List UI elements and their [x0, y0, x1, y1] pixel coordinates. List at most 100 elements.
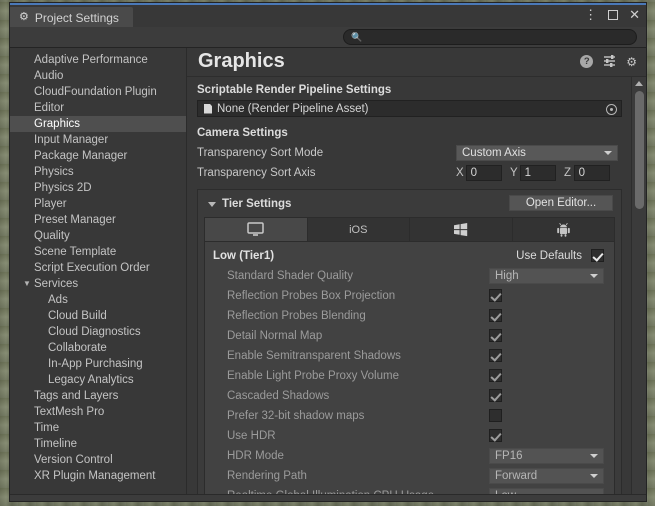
rendering-path-dropdown[interactable]: Forward: [489, 468, 604, 484]
tab-ios-label: iOS: [349, 223, 368, 236]
open-editor-button[interactable]: Open Editor...: [509, 195, 613, 211]
chevron-down-icon[interactable]: ▼: [23, 276, 31, 292]
tier-row-label: Prefer 32-bit shadow maps: [227, 410, 365, 422]
object-picker-icon[interactable]: [606, 104, 617, 115]
axis-y-input[interactable]: 1: [519, 165, 556, 181]
sidebar-item-editor[interactable]: Editor: [10, 100, 186, 116]
srp-section-label: Scriptable Render Pipeline Settings: [197, 84, 392, 96]
sidebar-item-adaptive-performance[interactable]: Adaptive Performance: [10, 52, 186, 68]
sidebar-item-tags-and-layers[interactable]: Tags and Layers: [10, 388, 186, 404]
tab-android[interactable]: [512, 218, 614, 241]
tier-row-label: Cascaded Shadows: [227, 390, 330, 402]
use-hdr-checkbox[interactable]: [489, 429, 502, 442]
sidebar-item-cloud-build[interactable]: Cloud Build: [10, 308, 186, 324]
transparency-sort-mode-row: Transparency Sort Mode Custom Axis: [197, 143, 622, 163]
tier-settings-rows: Standard Shader Quality High Reflection Pr…: [213, 266, 606, 501]
search-input[interactable]: [366, 31, 617, 43]
tab-windows[interactable]: [410, 218, 513, 241]
sidebar-item-quality[interactable]: Quality: [10, 228, 186, 244]
tier-row-enable-light-probe-proxy-volume: Enable Light Probe Proxy Volume: [213, 366, 606, 386]
sidebar-item-label: XR Plugin Management: [34, 470, 156, 482]
standard-shader-quality-dropdown[interactable]: High: [489, 268, 604, 284]
settings-sidebar[interactable]: Adaptive Performance Audio CloudFoundation…: [10, 48, 187, 501]
tab-ios[interactable]: iOS: [307, 218, 410, 241]
sidebar-item-script-execution-order[interactable]: Script Execution Order: [10, 260, 186, 276]
transparency-sort-axis-label: Transparency Sort Axis: [197, 167, 316, 179]
render-pipeline-asset-field[interactable]: None (Render Pipeline Asset): [197, 100, 622, 117]
tier-settings-foldout[interactable]: Tier Settings Open Editor...: [204, 195, 615, 213]
sidebar-item-label: Cloud Build: [48, 310, 107, 322]
sidebar-item-label: Time: [34, 422, 60, 434]
gear-icon: ⚙: [19, 11, 29, 23]
window-bottom-bar: [10, 494, 646, 501]
scrollbar-thumb[interactable]: [635, 91, 644, 209]
hdr-mode-dropdown[interactable]: FP16: [489, 448, 604, 464]
close-icon[interactable]: ✕: [629, 8, 640, 21]
search-box[interactable]: 🔍: [343, 29, 637, 45]
detail-normal-map-checkbox[interactable]: [489, 329, 502, 342]
axis-z-input[interactable]: 0: [573, 165, 610, 181]
search-icon: 🔍: [351, 31, 363, 42]
transparency-sort-mode-value: Custom Axis: [462, 147, 526, 159]
window-body: Adaptive Performance Audio CloudFoundation…: [10, 48, 646, 501]
sidebar-item-time[interactable]: Time: [10, 420, 186, 436]
reflection-probes-blending-checkbox[interactable]: [489, 309, 502, 322]
sidebar-item-scene-template[interactable]: Scene Template: [10, 244, 186, 260]
help-icon[interactable]: ?: [580, 55, 594, 68]
sidebar-item-label: Scene Template: [34, 246, 117, 258]
sidebar-item-input-manager[interactable]: Input Manager: [10, 132, 186, 148]
axis-x-input[interactable]: 0: [465, 165, 502, 181]
sidebar-item-label: Editor: [34, 102, 65, 114]
tier-row-label: HDR Mode: [227, 450, 284, 462]
settings-nav-list: Adaptive Performance Audio CloudFoundation…: [10, 52, 186, 484]
enable-semitransparent-shadows-checkbox[interactable]: [489, 349, 502, 362]
sidebar-item-graphics[interactable]: Graphics: [10, 116, 186, 132]
panel-header-icons: ? ⚙: [580, 54, 637, 69]
use-defaults-checkbox[interactable]: [591, 249, 604, 262]
window-titlebar: ⚙ Project Settings ⋮ ✕: [10, 3, 646, 28]
sidebar-item-version-control[interactable]: Version Control: [10, 452, 186, 468]
cascaded-shadows-checkbox[interactable]: [489, 389, 502, 402]
sidebar-item-legacy-analytics[interactable]: Legacy Analytics: [10, 372, 186, 388]
sidebar-item-physics[interactable]: Physics: [10, 164, 186, 180]
reflection-probes-box-projection-checkbox[interactable]: [489, 289, 502, 302]
sidebar-item-preset-manager[interactable]: Preset Manager: [10, 212, 186, 228]
tier-row-reflection-probes-box-projection: Reflection Probes Box Projection: [213, 286, 606, 306]
sidebar-item-collaborate[interactable]: Collaborate: [10, 340, 186, 356]
sidebar-item-player[interactable]: Player: [10, 196, 186, 212]
prefer-32-bit-shadow-maps-checkbox[interactable]: [489, 409, 502, 422]
project-settings-window: ⚙ Project Settings ⋮ ✕ 🔍 Adaptive Perfor…: [9, 2, 647, 502]
preset-icon[interactable]: [603, 54, 616, 69]
rendering-path-value: Forward: [495, 470, 538, 482]
platform-tab-bar[interactable]: iOS: [204, 217, 615, 241]
sidebar-item-label: Ads: [48, 294, 68, 306]
tier-row-label: Standard Shader Quality: [227, 270, 353, 282]
sidebar-item-cloudfoundation-plugin[interactable]: CloudFoundation Plugin: [10, 84, 186, 100]
transparency-sort-axis-row: Transparency Sort Axis X 0 Y 1 Z 0: [197, 163, 622, 183]
enable-light-probe-proxy-volume-checkbox[interactable]: [489, 369, 502, 382]
gear-icon[interactable]: ⚙: [626, 56, 637, 68]
scroll-up-icon[interactable]: [632, 77, 646, 89]
tier-row-label: Enable Light Probe Proxy Volume: [227, 370, 399, 382]
sidebar-item-physics-2d[interactable]: Physics 2D: [10, 180, 186, 196]
sidebar-item-label: In-App Purchasing: [48, 358, 143, 370]
sidebar-item-label: Input Manager: [34, 134, 109, 146]
sidebar-item-package-manager[interactable]: Package Manager: [10, 148, 186, 164]
sidebar-item-label: Physics: [34, 166, 74, 178]
overflow-menu-icon[interactable]: ⋮: [584, 8, 597, 21]
sidebar-item-xr-plugin-management[interactable]: XR Plugin Management: [10, 468, 186, 484]
main-vertical-scrollbar[interactable]: [631, 77, 646, 501]
transparency-sort-mode-dropdown[interactable]: Custom Axis: [456, 145, 618, 161]
sidebar-item-timeline[interactable]: Timeline: [10, 436, 186, 452]
sidebar-item-ads[interactable]: Ads: [10, 292, 186, 308]
sidebar-item-cloud-diagnostics[interactable]: Cloud Diagnostics: [10, 324, 186, 340]
sidebar-item-textmesh-pro[interactable]: TextMesh Pro: [10, 404, 186, 420]
sidebar-item-services[interactable]: ▼ Services: [10, 276, 186, 292]
tab-standalone[interactable]: [205, 218, 308, 241]
sidebar-item-label: Timeline: [34, 438, 78, 450]
tier-settings-box: Tier Settings Open Editor... iOS Low (Ti…: [197, 189, 622, 501]
sidebar-item-audio[interactable]: Audio: [10, 68, 186, 84]
maximize-icon[interactable]: [608, 9, 619, 20]
window-tab-project-settings[interactable]: ⚙ Project Settings: [10, 7, 133, 28]
sidebar-item-in-app-purchasing[interactable]: In-App Purchasing: [10, 356, 186, 372]
